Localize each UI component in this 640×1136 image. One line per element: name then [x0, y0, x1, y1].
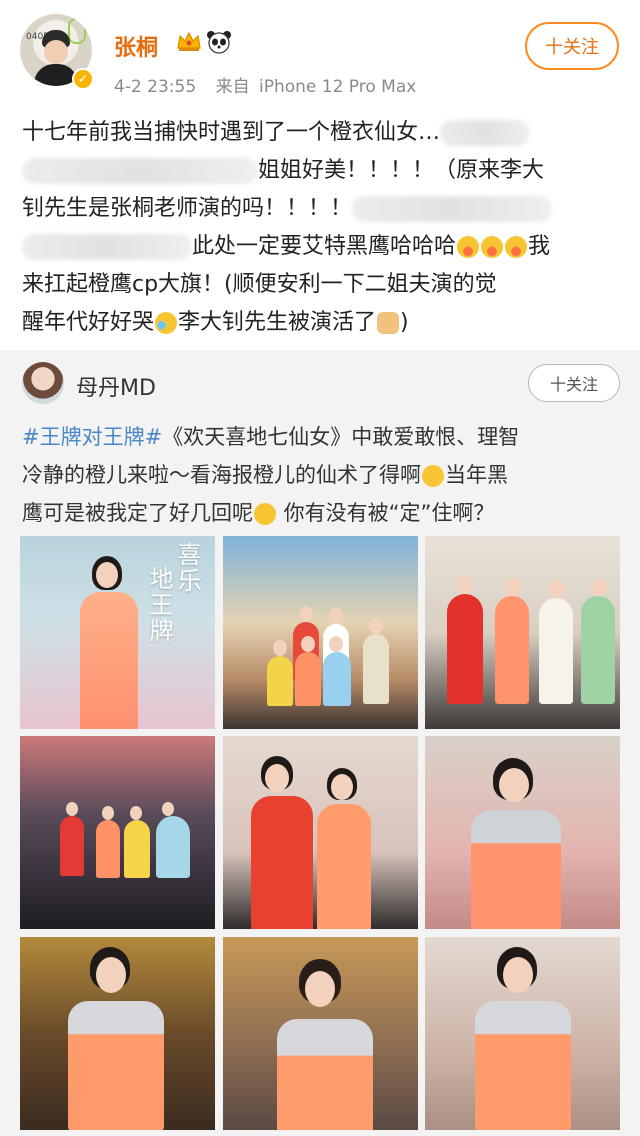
repost-text-segment: 你有没有被“定”住啊？: [277, 501, 495, 525]
photo-grid: 喜乐 地王牌: [20, 536, 620, 1136]
follow-button[interactable]: 十关注: [525, 22, 619, 70]
crying-face-icon: [505, 236, 528, 258]
panda-icon: [207, 31, 231, 54]
post-line-1: 十七年前我当捕快时遇到了一个橙衣仙女…: [22, 114, 622, 152]
photo-9[interactable]: [425, 937, 620, 1130]
repost-line-1: #王牌对王牌#《欢天喜地七仙女》中敢爱敢恨、理智: [22, 418, 622, 456]
repost-text-segment: 《欢天喜地七仙女》中敢爱敢恨、理智: [162, 425, 520, 449]
crying-face-icon: [481, 236, 504, 258]
photo-2[interactable]: [223, 536, 418, 729]
verified-icon: ✓: [72, 68, 94, 90]
avatar-decoration: [68, 18, 86, 44]
photo-5[interactable]: [223, 736, 418, 929]
repost-text-segment: 冷静的橙儿来啦～看海报橙儿的仙术了得啊: [22, 463, 421, 487]
photo-3[interactable]: [425, 536, 620, 729]
post-line-5: 来扛起橙鹰cp大旗！(顺便安利一下二姐夫演的觉: [22, 272, 497, 297]
reposted-card[interactable]: 母丹MD 十关注 #王牌对王牌#《欢天喜地七仙女》中敢爱敢恨、理智 冷静的橙儿来…: [0, 350, 640, 1136]
post-line-2: 姐姐好美！！！！（原来李大: [22, 152, 622, 190]
post-line-3: 钊先生是张桐老师演的吗！！！！: [22, 190, 622, 228]
repost-body: #王牌对王牌#《欢天喜地七仙女》中敢爱敢恨、理智 冷静的橙儿来啦～看海报橙儿的仙…: [22, 418, 622, 532]
avatar-shirt: [34, 64, 78, 86]
post-text-segment: 李大钊先生被演活了: [178, 310, 377, 335]
photo-8[interactable]: [223, 937, 418, 1130]
repost-text-segment: 鹰可是被我定了好几回呢: [22, 501, 253, 525]
source-device[interactable]: iPhone 12 Pro Max: [259, 77, 416, 97]
photo-7[interactable]: [20, 937, 215, 1130]
photo-6[interactable]: [425, 736, 620, 929]
post-body: 十七年前我当捕快时遇到了一个橙衣仙女… 姐姐好美！！！！（原来李大 钊先生是张桐…: [22, 114, 622, 342]
post-timestamp: 4-2 23:55: [114, 77, 197, 97]
hashtag-link[interactable]: #王牌对王牌#: [22, 425, 162, 449]
repost-author-avatar[interactable]: [22, 362, 64, 404]
smirk-face-icon: [422, 465, 444, 487]
redacted-mention: [352, 196, 553, 222]
doge-icon: [377, 312, 400, 334]
repost-line-2: 冷静的橙儿来啦～看海报橙儿的仙术了得啊 当年黑: [22, 456, 622, 494]
post-line-6: 醒年代好好哭 李大钊先生被演活了): [22, 304, 622, 342]
crown-icon: [177, 31, 201, 51]
photo-1[interactable]: 喜乐 地王牌: [20, 536, 215, 729]
sobbing-face-icon: [155, 312, 178, 334]
weibo-post: 0405 ✓ 张桐 4-2 23:55 来自 iPhone 12 Pro Max…: [0, 0, 640, 350]
post-text-segment: 醒年代好好哭: [22, 310, 155, 335]
post-text-segment: ): [400, 310, 409, 335]
post-text-segment: 我: [528, 234, 551, 259]
repost-author-name[interactable]: 母丹MD: [76, 370, 156, 402]
redacted-mention: [22, 234, 192, 260]
repost-line-3: 鹰可是被我定了好几回呢 你有没有被“定”住啊？: [22, 494, 622, 532]
post-text-segment: 姐姐好美！！！！（原来李大: [258, 158, 545, 183]
post-text-segment: 此处一定要艾特黑鹰哈哈哈: [192, 234, 457, 259]
post-text-segment: 钊先生是张桐老师演的吗！！！！: [22, 196, 353, 221]
author-name[interactable]: 张桐: [114, 30, 158, 62]
poster-title-b: 地王牌: [145, 566, 173, 644]
repost-text-segment: 当年黑: [445, 463, 508, 487]
post-line-4: 此处一定要艾特黑鹰哈哈哈 我: [22, 228, 622, 266]
source-prefix: 来自: [215, 77, 250, 97]
crying-face-icon: [457, 236, 480, 258]
author-avatar[interactable]: 0405 ✓: [20, 14, 98, 94]
redacted-mention: [440, 120, 531, 146]
repost-follow-button[interactable]: 十关注: [528, 364, 620, 402]
post-meta: 4-2 23:55 来自 iPhone 12 Pro Max: [114, 72, 416, 97]
avatar-face: [44, 40, 68, 64]
laughing-face-icon: [254, 503, 276, 525]
redacted-mention: [22, 158, 258, 184]
photo-4[interactable]: [20, 736, 215, 929]
post-text-segment: 十七年前我当捕快时遇到了一个橙衣仙女…: [22, 120, 441, 145]
